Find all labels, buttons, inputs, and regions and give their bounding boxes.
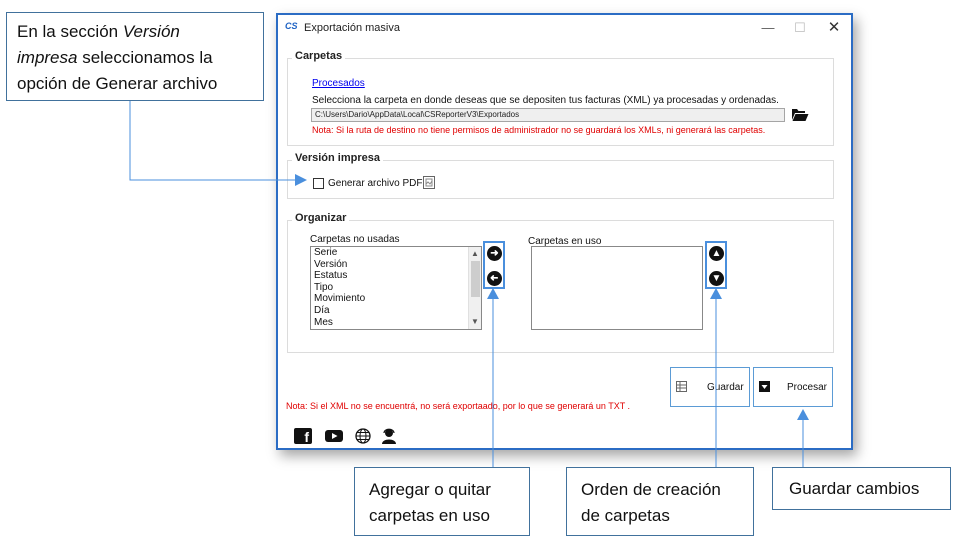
version-impresa-group: Versión impresa Generar archivo PDF [287, 152, 834, 199]
guardar-button[interactable]: Guardar [670, 367, 750, 407]
folder-open-icon[interactable] [791, 106, 809, 122]
version-impresa-title: Versión impresa [292, 152, 383, 164]
callout-add-remove: Agregar o quitar carpetas en uso [354, 467, 530, 536]
globe-icon[interactable] [354, 428, 372, 444]
pdf-preview-icon[interactable] [423, 176, 435, 189]
list-item[interactable]: Versión [311, 259, 481, 271]
process-download-icon [759, 381, 770, 392]
callout-text-2: seleccionamos la [77, 48, 213, 67]
arrow-left-icon[interactable]: ➜ [487, 271, 502, 286]
arrow-down-icon[interactable]: ▼ [709, 271, 724, 286]
callout-order: Orden de creación de carpetas [566, 467, 754, 536]
carpetas-title: Carpetas [292, 50, 346, 62]
permissions-warning: Nota: Si la ruta de destino no tiene per… [312, 125, 766, 135]
list-item[interactable]: Movimiento [311, 293, 481, 305]
carpetas-description: Selecciona la carpeta en donde deseas qu… [312, 95, 779, 106]
callout-text-3: opción de Generar archivo [17, 74, 218, 93]
callout-text-1-italic: Versión [122, 22, 180, 41]
procesados-link[interactable]: Procesados [312, 78, 365, 89]
window-title: Exportación masiva [304, 22, 400, 34]
arrow-right-icon[interactable]: ➜ [487, 246, 502, 261]
save-grid-icon [676, 381, 687, 392]
maximize-button[interactable]: ☐ [785, 18, 815, 38]
list-item[interactable]: Estatus [311, 270, 481, 282]
generate-pdf-label[interactable]: Generar archivo PDF [328, 178, 422, 189]
close-button[interactable]: ✕ [819, 18, 849, 38]
unused-items-container: Serie Versión Estatus Tipo Movimiento Dí… [311, 247, 481, 328]
facebook-icon[interactable]: f [294, 428, 312, 445]
organizar-group: Organizar Carpetas no usadas Serie Versi… [287, 212, 834, 353]
export-window: CS Exportación masiva — ☐ ✕ Carpetas Pro… [276, 13, 853, 450]
youtube-icon[interactable] [325, 428, 343, 444]
callout-text-1: En la sección [17, 22, 123, 41]
unused-list-scrollbar[interactable]: ▲ ▼ [468, 247, 481, 329]
arrow-up-icon[interactable]: ▲ [709, 246, 724, 261]
procesar-button[interactable]: Procesar [753, 367, 833, 407]
guardar-label: Guardar [707, 382, 744, 393]
unused-folders-label: Carpetas no usadas [310, 234, 400, 245]
used-folders-list[interactable] [531, 246, 703, 330]
support-agent-icon[interactable] [380, 428, 398, 444]
list-item[interactable]: Mes [311, 317, 481, 329]
list-item[interactable]: Día [311, 305, 481, 317]
carpetas-group: Carpetas Procesados Selecciona la carpet… [287, 50, 834, 146]
list-item[interactable]: Tipo [311, 282, 481, 294]
destination-path-field[interactable]: C:\Users\Dario\AppData\Local\CSReporterV… [311, 108, 785, 122]
title-bar: CS Exportación masiva — ☐ ✕ [278, 15, 851, 41]
procesar-label: Procesar [787, 382, 828, 393]
list-item[interactable]: Serie [311, 247, 481, 259]
xml-warning: Nota: Si el XML no se encuentrá, no será… [286, 401, 631, 411]
callout-version-impresa: En la sección Versión impresa selecciona… [6, 12, 264, 101]
scroll-up-icon[interactable]: ▲ [469, 248, 481, 260]
organizar-title: Organizar [292, 212, 350, 224]
callout-save: Guardar cambios [772, 467, 951, 510]
scroll-thumb[interactable] [471, 261, 480, 297]
app-logo-icon: CS [285, 21, 298, 31]
scroll-down-icon[interactable]: ▼ [469, 316, 481, 328]
generate-pdf-checkbox[interactable] [313, 178, 324, 189]
minimize-button[interactable]: — [753, 18, 783, 38]
unused-folders-list[interactable]: Serie Versión Estatus Tipo Movimiento Dí… [310, 246, 482, 330]
callout-text-2-italic: impresa [17, 48, 78, 67]
